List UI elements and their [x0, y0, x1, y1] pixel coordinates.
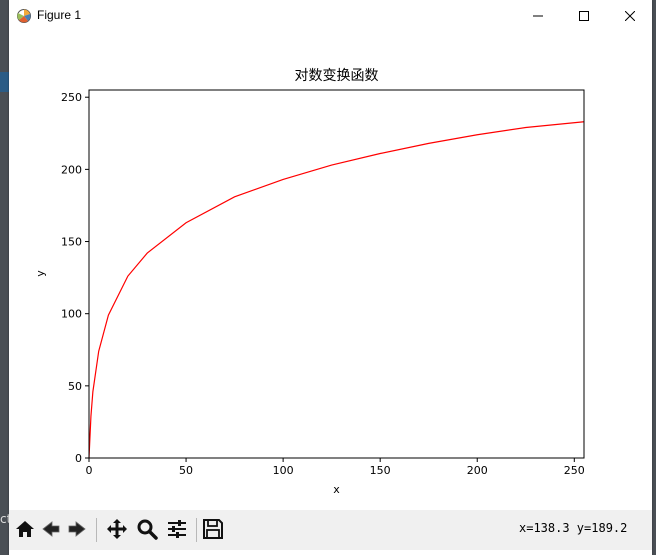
close-icon	[625, 10, 635, 21]
chart-svg: 0 50 100 150 200 250 0 50 100 150 200 250	[61, 89, 585, 477]
x-tick-label: 50	[179, 464, 193, 477]
maximize-icon	[579, 10, 589, 21]
y-tick-label: 100	[61, 308, 82, 321]
configure-subplots-button[interactable]	[165, 517, 189, 541]
arrow-right-icon	[68, 521, 86, 537]
y-tick-label: 250	[61, 91, 82, 104]
home-icon	[16, 521, 34, 537]
background-window-text: ct	[0, 512, 9, 526]
sliders-icon	[168, 520, 186, 538]
title-bar[interactable]: Figure 1	[9, 0, 652, 31]
cursor-coordinates: x=138.3 y=189.2	[519, 521, 628, 535]
magnifier-icon	[137, 519, 158, 540]
x-tick-label: 250	[564, 464, 585, 477]
figure-window: Figure 1 对数变换函数 0 50 100 150 200 250 0 50 100 150…	[9, 0, 652, 555]
back-button[interactable]	[39, 517, 63, 541]
floppy-disk-icon	[203, 519, 223, 539]
y-axis-label: y	[33, 270, 47, 277]
figure-canvas[interactable]: 对数变换函数 0 50 100 150 200 250 0 50 100 150 200 250 x …	[9, 31, 652, 510]
x-tick-label: 150	[370, 464, 391, 477]
matplotlib-app-icon	[16, 8, 32, 24]
home-button[interactable]	[13, 517, 37, 541]
navigation-toolbar: x=138.3 y=189.2	[9, 510, 652, 550]
background-window-strip	[0, 72, 9, 92]
x-tick-label: 100	[273, 464, 294, 477]
minimize-icon	[533, 15, 543, 16]
save-button[interactable]	[201, 517, 225, 541]
y-tick-label: 150	[61, 236, 82, 249]
plot-frame	[88, 89, 585, 459]
y-tick-label: 50	[68, 380, 82, 393]
close-button[interactable]	[607, 0, 652, 31]
x-axis-label: x	[333, 483, 340, 496]
series-line	[88, 121, 585, 459]
arrow-left-icon	[42, 521, 60, 537]
toolbar-separator	[96, 518, 97, 542]
move-icon	[107, 519, 127, 539]
pan-button[interactable]	[105, 517, 129, 541]
forward-button[interactable]	[65, 517, 89, 541]
zoom-button[interactable]	[135, 517, 159, 541]
minimize-button[interactable]	[515, 0, 561, 31]
window-title: Figure 1	[37, 8, 82, 22]
maximize-button[interactable]	[561, 0, 607, 31]
toolbar-separator	[196, 518, 197, 542]
x-tick-label: 200	[467, 464, 488, 477]
y-tick-label: 0	[75, 452, 82, 465]
x-tick-label: 0	[86, 464, 93, 477]
y-tick-label: 200	[61, 163, 82, 176]
